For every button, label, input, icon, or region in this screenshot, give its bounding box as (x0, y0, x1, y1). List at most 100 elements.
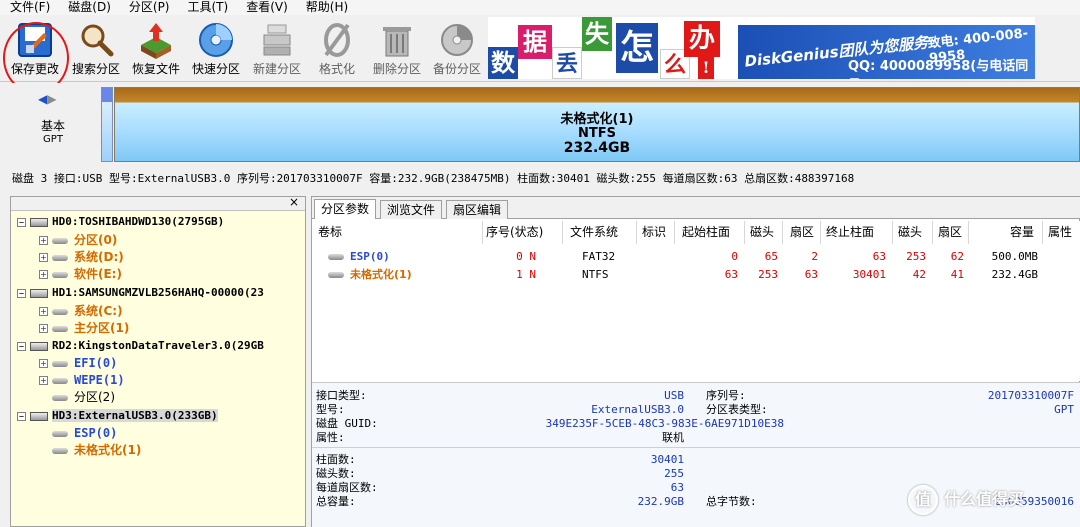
expand-icon[interactable]: + (39, 253, 48, 262)
cell-flag (642, 266, 672, 284)
column-header[interactable]: 扇区 (790, 221, 818, 244)
tree-partition[interactable]: 分区(2) (52, 389, 115, 406)
column-header[interactable]: 卷标 (318, 221, 478, 244)
volume-icon (52, 430, 68, 437)
banner-tile: 怎 (616, 23, 658, 73)
column-header[interactable]: 扇区 (938, 221, 966, 244)
banner-qq: QQ: 4000089958(与电话同号) (848, 59, 1029, 79)
column-header[interactable]: 标识 (642, 221, 672, 244)
column-header[interactable]: 终止柱面 (826, 221, 890, 244)
menu-view[interactable]: 查看(V) (236, 0, 296, 15)
tab-sector-editor[interactable]: 扇区编辑 (446, 200, 509, 219)
backup-disc-icon (438, 21, 476, 59)
table-row[interactable]: 未格式化(1) 1 N NTFS 63 253 63 30401 42 41 2… (312, 266, 1080, 284)
cell-filesystem: NTFS (582, 268, 609, 281)
collapse-icon[interactable]: − (17, 411, 26, 421)
tab-partition-params[interactable]: 分区参数 (314, 199, 377, 219)
cell-flag (642, 248, 672, 266)
quick-partition-button[interactable]: 快速分区 (192, 19, 240, 79)
banner-tile: 失 (582, 17, 612, 51)
quick-partition-disc-icon (197, 21, 235, 59)
partition-bar-esp[interactable] (101, 87, 113, 162)
volume-icon (52, 325, 68, 332)
banner-ad[interactable]: 数 据 丢 失 怎 么 办 ! DiskGenius团队为您服务 致电: 400… (488, 17, 1035, 79)
partition-bar-unformatted[interactable]: 未格式化(1) NTFS 232.4GB (114, 87, 1080, 162)
banner-tile: ! (698, 57, 714, 79)
info-label: 每道扇区数: (316, 481, 378, 494)
menu-disk[interactable]: 磁盘(D) (58, 0, 119, 15)
column-header[interactable]: 磁头 (898, 221, 926, 244)
info-label: 总容量: (316, 495, 356, 508)
tree-partition[interactable]: ESP(0) (52, 425, 117, 442)
cell-index: 0 N (516, 250, 536, 263)
tab-browse-files[interactable]: 浏览文件 (380, 200, 443, 219)
column-header[interactable]: 序号(状态) (486, 221, 566, 244)
tree-disk-hd0[interactable]: − HD0:TOSHIBAHDWD130(2795GB) (17, 213, 224, 230)
close-icon[interactable]: × (289, 195, 299, 209)
menu-file[interactable]: 文件(F) (0, 0, 58, 15)
tree-partition[interactable]: + 软件(E:) (39, 266, 122, 283)
tree-partition[interactable]: + WEPE(1) (39, 372, 125, 389)
info-label: 总字节数: (706, 495, 757, 508)
tree-partition[interactable]: + 分区(0) (39, 232, 117, 249)
column-header[interactable]: 磁头 (750, 221, 778, 244)
tree-partition[interactable]: + 系统(D:) (39, 249, 124, 266)
column-header[interactable]: 属性 (1048, 221, 1078, 244)
tree-disk-hd3[interactable]: − HD3:ExternalUSB3.0(233GB) (17, 407, 218, 424)
new-partition-button[interactable]: 新建分区 (253, 19, 301, 79)
volume-icon (52, 447, 68, 454)
volume-icon (52, 377, 68, 384)
prev-disk-icon[interactable]: ◀ (38, 92, 47, 106)
cell-capacity: 500.0MB (991, 250, 1038, 263)
column-header[interactable]: 文件系统 (570, 221, 640, 244)
volume-icon (52, 360, 68, 367)
expand-icon[interactable]: + (39, 376, 48, 385)
expand-icon[interactable]: + (39, 359, 48, 368)
disk-map: ◀▶ 基本 GPT 未格式化(1) NTFS 232.4GB (0, 83, 1080, 167)
cell-filesystem: FAT32 (582, 250, 616, 263)
info-label: 序列号: (706, 389, 746, 402)
backup-partition-button[interactable]: 备份分区 (433, 19, 481, 79)
menu-tools[interactable]: 工具(T) (178, 0, 237, 15)
column-header[interactable]: 起始柱面 (682, 221, 744, 244)
magnifier-icon (77, 21, 115, 59)
delete-partition-button[interactable]: 删除分区 (373, 19, 421, 79)
tree-disk-hd1[interactable]: − HD1:SAMSUNGMZVLB256HAHQ-00000(23 (17, 284, 264, 301)
expand-icon[interactable]: + (39, 307, 48, 316)
tree-partition[interactable]: 未格式化(1) (52, 442, 141, 459)
info-label: 磁盘 GUID: (316, 417, 378, 430)
expand-icon[interactable]: + (39, 270, 48, 279)
cell-volume-label: ESP(0) (350, 250, 390, 263)
table-row[interactable]: ESP(0) 0 N FAT32 0 65 2 63 253 62 500.0M… (312, 248, 1080, 266)
save-changes-button[interactable]: 保存更改 (11, 19, 59, 79)
hard-disk-icon (30, 341, 48, 351)
format-button[interactable]: 格式化 (318, 19, 356, 79)
tree-partition[interactable]: + 系统(C:) (39, 303, 123, 320)
collapse-icon[interactable]: − (17, 217, 26, 227)
menu-help[interactable]: 帮助(H) (296, 0, 356, 15)
tree-disk-rd2[interactable]: − RD2:KingstonDataTraveler3.0(29GB (17, 337, 264, 354)
collapse-icon[interactable]: − (17, 341, 26, 351)
column-header[interactable]: 容量 (972, 221, 1034, 244)
cell-end-cyl: 63 (872, 250, 886, 263)
column-divider (744, 221, 745, 244)
tree-partition[interactable]: + EFI(0) (39, 355, 117, 372)
expand-icon[interactable]: + (39, 324, 48, 333)
disk-style: GPT (43, 134, 63, 145)
recover-files-button[interactable]: 恢复文件 (132, 19, 180, 79)
tree-partition[interactable]: + 主分区(1) (39, 320, 129, 337)
expand-icon[interactable]: + (39, 236, 48, 245)
hard-disk-icon (30, 411, 48, 421)
info-value: 联机 (662, 431, 684, 444)
next-disk-icon[interactable]: ▶ (47, 92, 56, 106)
volume-icon (52, 394, 68, 401)
info-value: 30401 (650, 453, 684, 466)
info-value: GPT (1054, 403, 1074, 416)
search-partition-button[interactable]: 搜索分区 (72, 19, 120, 79)
info-value: 232.9GB (637, 495, 684, 508)
disk-nav-arrows[interactable]: ◀▶ (38, 92, 56, 106)
collapse-icon[interactable]: − (17, 288, 26, 298)
menu-partition[interactable]: 分区(P) (119, 0, 178, 15)
volume-icon (52, 308, 68, 315)
cell-start-cyl: 63 (724, 268, 738, 281)
